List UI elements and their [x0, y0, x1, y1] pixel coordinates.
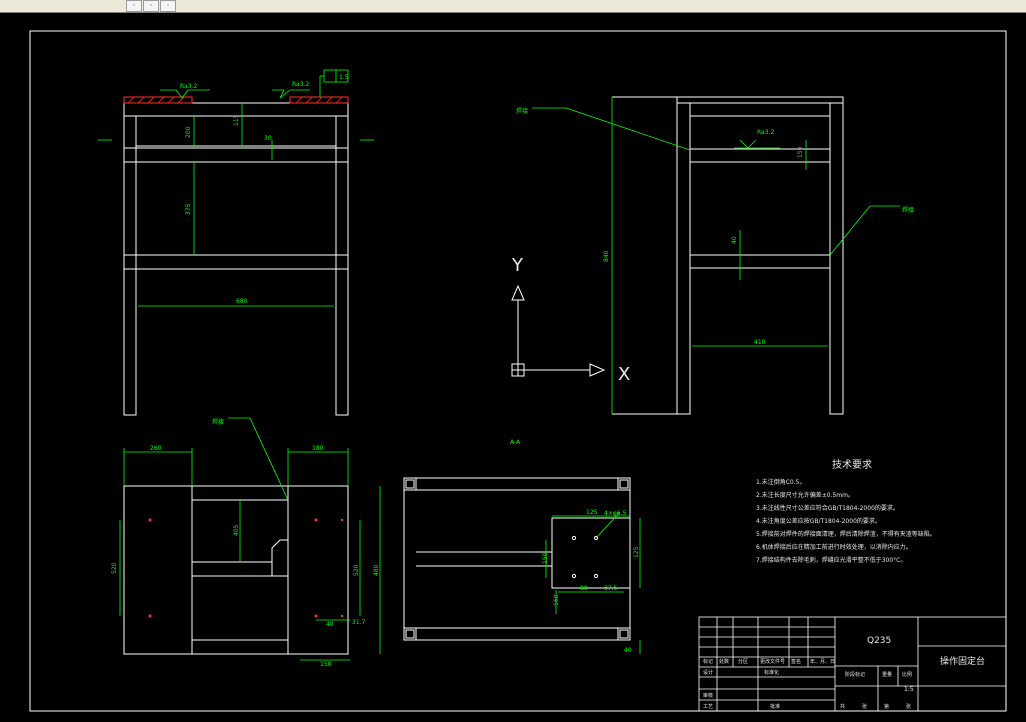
title-block-cell: 设计	[703, 669, 713, 676]
dim-side-top: 150	[797, 146, 804, 158]
tech-requirement-item: 4.未注角度公差应按GB/T1804-2000的要求。	[756, 517, 881, 525]
dim-front-small: 30	[264, 135, 272, 142]
title-block-cell: 年、月、日	[810, 658, 835, 665]
title-block-cell: 更改文件号	[760, 658, 785, 665]
dim-side-width: 410	[754, 339, 766, 346]
dim-bottom-right-width: 180	[312, 445, 324, 452]
tech-requirement-item: 3.未注线性尺寸公差应符合GB/T1804-2000的要求。	[756, 504, 899, 512]
plate-dim-2: 125	[586, 509, 598, 516]
title-block-cell: 标准化	[764, 669, 779, 676]
tech-requirement-item: 6.机体焊接后应在精加工前进行时效处理，以消除内应力。	[756, 543, 912, 551]
ucs-x-label: X	[618, 364, 630, 385]
weld-label: 焊接	[902, 206, 914, 214]
tech-requirement-item: 7.焊接结构件去除毛刺，焊缝应光滑平整不低于300°C。	[756, 556, 906, 564]
dim-bottom-height-3: 480	[373, 564, 380, 576]
dim-bottom-height: 520	[111, 562, 118, 574]
title-block-cell: 分区	[738, 658, 748, 665]
section-label: A-A	[510, 439, 521, 446]
dim-front-mid: 375	[185, 203, 192, 215]
plate-dim-8: 37.5	[604, 585, 618, 592]
plate-dim-6: 40	[624, 647, 632, 654]
dim-side-gap: 40	[731, 236, 738, 244]
dim-bottom-small: 31.7	[352, 619, 366, 626]
dim-bottom-a: 40	[326, 621, 334, 628]
tech-requirement-item: 5.焊接前对焊件的焊接面清理，焊后清除焊渣，不得有夹渣等缺陷。	[756, 530, 936, 538]
title-block-cell: 批准	[770, 703, 780, 710]
tolerance-box-value: 1.5	[339, 74, 349, 81]
dim-bottom-inner: 405	[233, 524, 240, 536]
plate-hole-callout: 4×φ6.5	[604, 510, 627, 517]
ucs-y-label: Y	[511, 255, 524, 276]
dim-front-width: 680	[236, 298, 248, 305]
tech-requirements-title: 技术要求	[832, 458, 872, 471]
title-block-cell: 阶段标记	[845, 671, 865, 678]
title-block-part-name: 操作固定台	[940, 655, 985, 667]
title-block-cell: 共	[840, 703, 845, 710]
tech-requirement-item: 2.未注长度尺寸允许偏差±0.5mm。	[756, 491, 854, 499]
title-block-material: Q235	[867, 636, 891, 646]
title-block-scale: 1:5	[904, 686, 914, 693]
toolbar-button[interactable]: ·	[160, 0, 176, 12]
roughness-label: Ra3.2	[292, 81, 309, 88]
title-block-cell: 标记	[703, 658, 713, 665]
cad-drawing-canvas[interactable]: 680 200 375 115 30 Ra3.2 Ra3.2 1.5 840 4…	[0, 13, 1026, 722]
roughness-label: Ra3.2	[180, 83, 197, 90]
dim-bottom-b: 150	[320, 661, 332, 668]
title-block-cell: 处数	[719, 658, 729, 665]
tech-requirement-item: 1.未注倒角C0.5。	[756, 478, 805, 486]
plate-dim-3: 150	[542, 552, 549, 564]
toolbar-button[interactable]: ·	[126, 0, 142, 12]
title-block-cell: 工艺	[703, 704, 713, 710]
weld-label: 焊接	[516, 107, 528, 115]
plate-dim-5: 160	[553, 594, 560, 606]
roughness-label: Ra3.2	[757, 129, 774, 136]
dim-front-upper: 200	[185, 126, 192, 138]
dim-bottom-height-2: 520	[353, 564, 360, 576]
title-block-cell: 张	[862, 703, 867, 710]
plate-dim-7: 80	[580, 585, 588, 592]
dim-bottom-left-width: 260	[150, 445, 162, 452]
dim-front-top: 115	[233, 114, 240, 126]
title-block-cell: 第	[884, 703, 889, 710]
title-block-cell: 审核	[703, 692, 713, 699]
plate-dim-4: 125	[633, 546, 640, 558]
toolbar-button[interactable]: ·	[143, 0, 159, 12]
window-toolbar: · · ·	[0, 0, 1026, 13]
weld-label: 焊接	[212, 418, 224, 426]
dim-side-height: 840	[603, 250, 610, 262]
title-block-cell: 比例	[902, 671, 912, 678]
title-block-cell: 签名	[791, 658, 801, 665]
title-block-cell: 重量	[882, 671, 892, 678]
title-block-cell: 张	[906, 703, 911, 710]
